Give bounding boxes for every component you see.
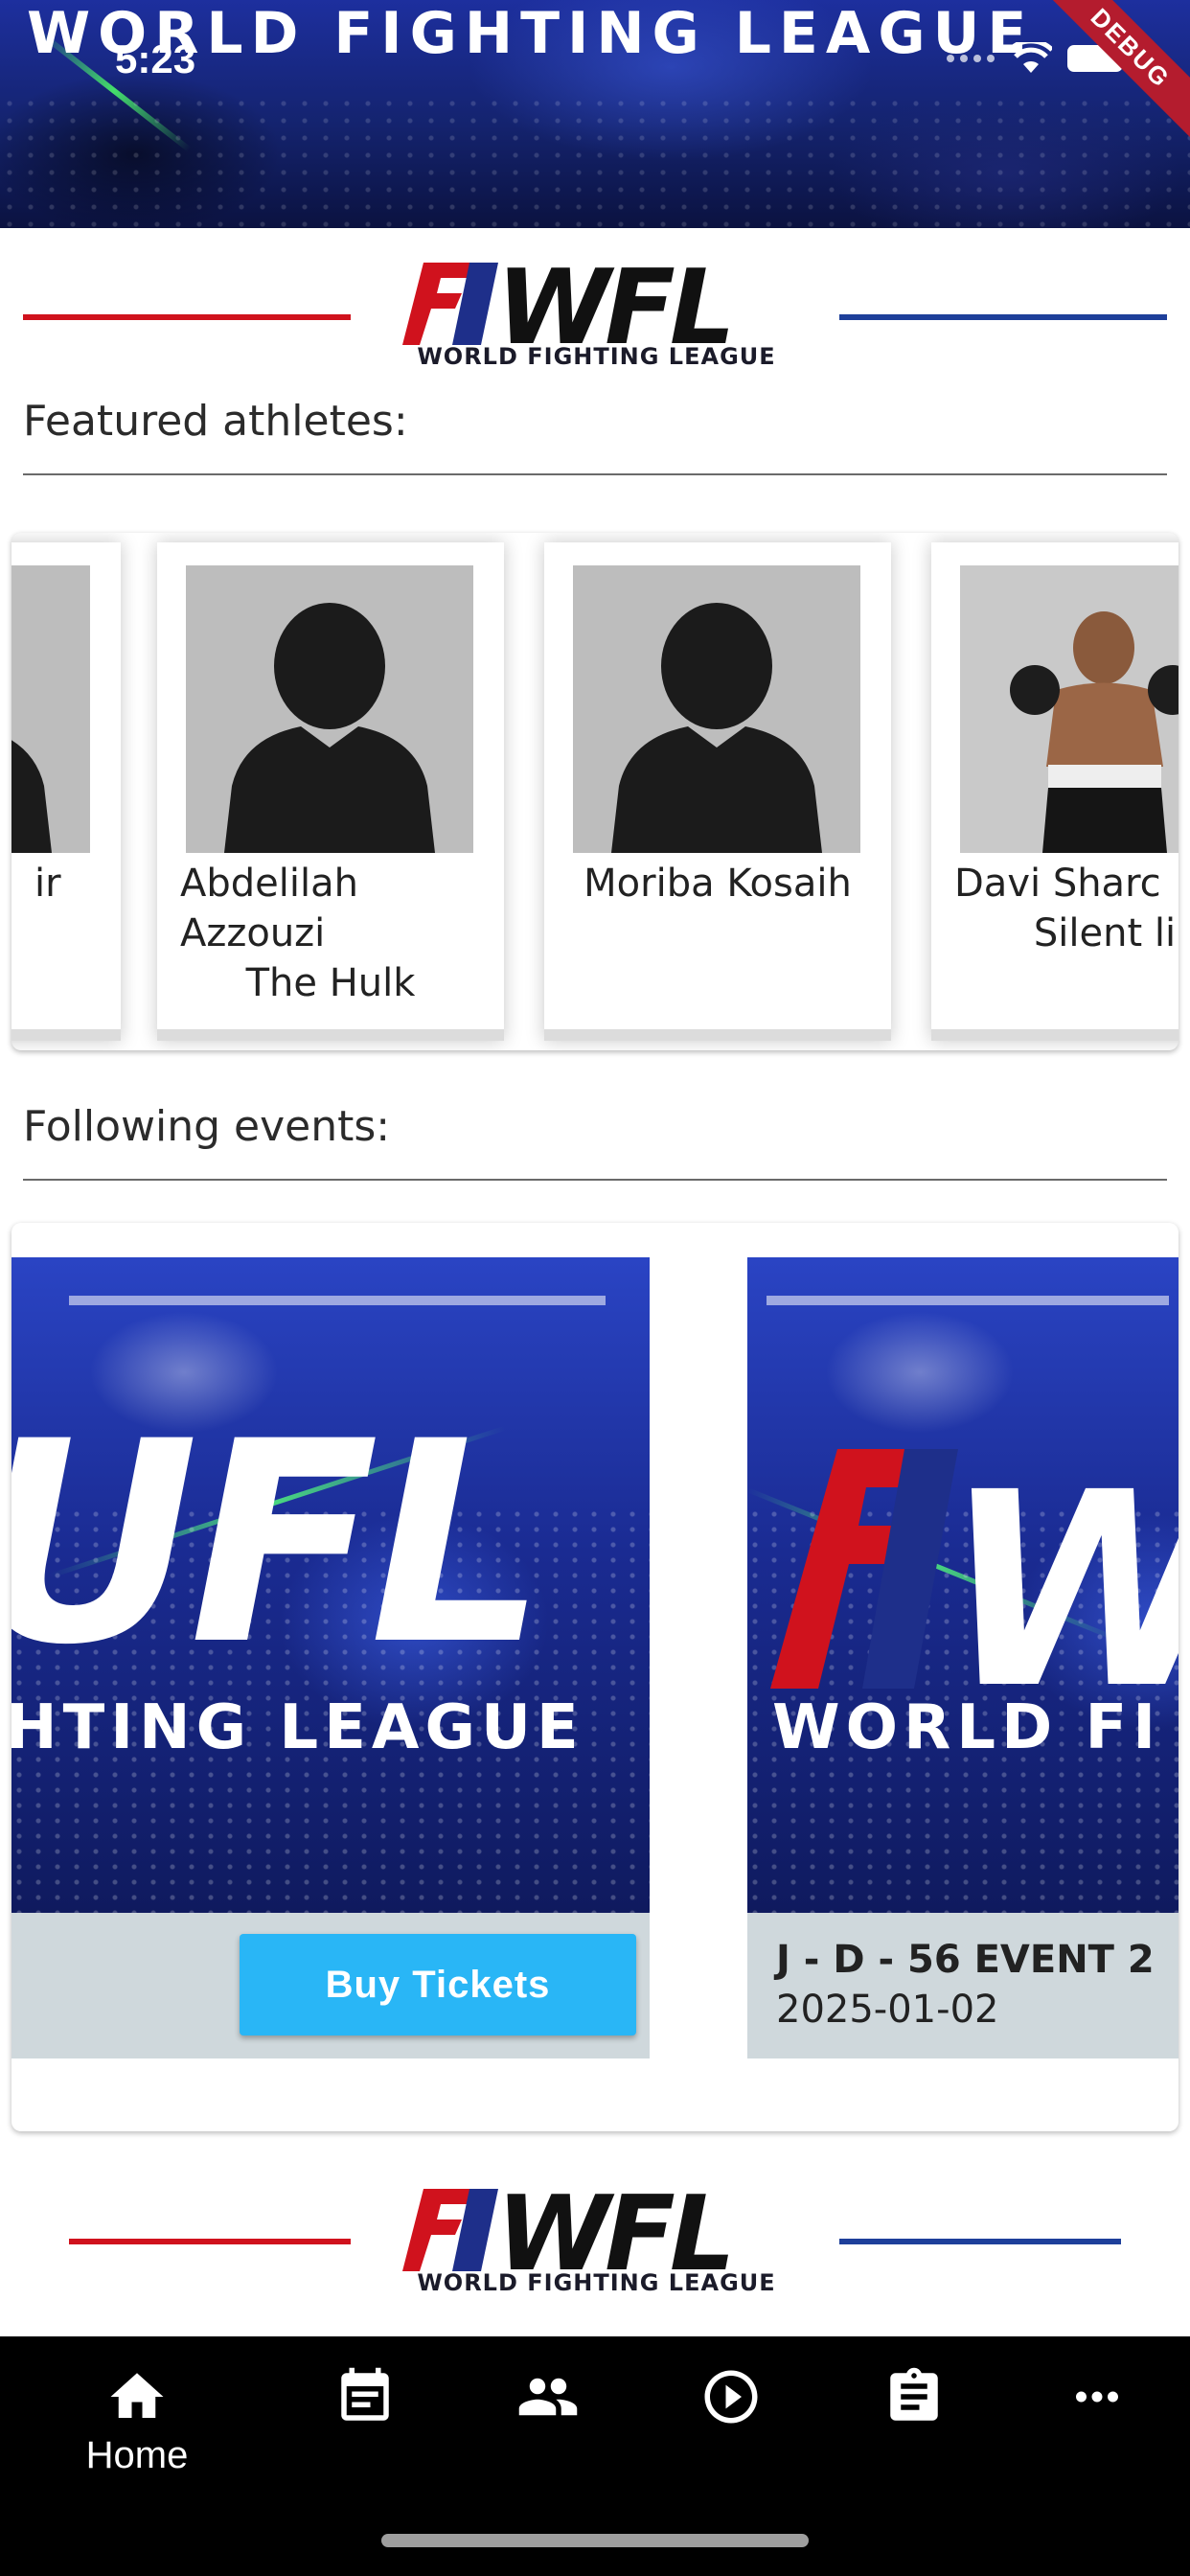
athlete-card[interactable]: Moriba Kosaih: [544, 542, 891, 1041]
athlete-photo-placeholder: [11, 565, 90, 853]
silhouette-icon: [11, 565, 90, 853]
status-time: 5:23: [115, 36, 196, 81]
play-circle-icon: [704, 2370, 758, 2424]
status-icons: [947, 42, 1123, 75]
athlete-card[interactable]: Abdelilah Azzouzi The Hulk: [157, 542, 504, 1041]
nav-item-more[interactable]: [1025, 2365, 1169, 2480]
logo-letters: WFL: [496, 255, 730, 351]
wfl-logo: WFL WORLD FIGHTING LEAGUE: [402, 2181, 790, 2306]
wfl-logo: WFL WORLD FIGHTING LEAGUE: [402, 255, 790, 380]
calendar-icon: [341, 2367, 389, 2421]
logo-row-bottom: WFL WORLD FIGHTING LEAGUE: [0, 2181, 1190, 2306]
crowd-texture: [0, 94, 1190, 228]
nav-item-athletes[interactable]: [476, 2365, 620, 2480]
clipboard-icon: [890, 2367, 938, 2421]
red-divider: [23, 314, 351, 320]
wfl-logo-mark: WFL: [402, 255, 736, 351]
event-footer: J - D - 56 EVENT 2 2025-01-02: [747, 1913, 1179, 2058]
poster-logo-text: UFL: [11, 1383, 546, 1706]
event-date: 2025-01-02: [776, 1988, 999, 2032]
event-card[interactable]: WFL WORLD FI J - D - 56 EVENT 2 2025-01-…: [747, 1257, 1179, 2058]
red-divider: [69, 2239, 351, 2244]
poster-tagline: WORLD FI: [772, 1692, 1161, 1763]
event-name: J - D - 56 EVENT 2: [776, 1938, 1155, 1982]
events-divider: [23, 1179, 1167, 1181]
wfl-logo-mark: WFL: [402, 2181, 736, 2277]
event-footer: Buy Tickets: [11, 1913, 650, 2058]
featured-heading: Featured athletes:: [23, 397, 408, 446]
poster-tagline: HTING LEAGUE: [11, 1692, 584, 1763]
buy-tickets-button[interactable]: Buy Tickets: [240, 1934, 636, 2036]
athlete-photo-placeholder: [186, 565, 473, 853]
home-icon: [110, 2373, 164, 2418]
events-carousel[interactable]: UFL HTING LEAGUE Buy Tickets WFL WORLD F…: [11, 1223, 1179, 2131]
hero-banner: WORLD FIGHTING LEAGUE 5:23 DEBUG: [0, 0, 1190, 228]
athlete-name: Davi Sharc Silent li: [931, 859, 1179, 958]
nav-item-rankings[interactable]: [842, 2365, 986, 2480]
athlete-nickname: The Hulk: [245, 961, 416, 1005]
nav-item-videos[interactable]: [659, 2365, 803, 2480]
poster-wfl-mark: WFL: [770, 1449, 1179, 1689]
athlete-photo: [960, 565, 1179, 853]
athlete-nickname: Silent li: [1033, 911, 1177, 955]
svg-text:WFL: WFL: [943, 1449, 1179, 1689]
logo-subtitle: WORLD FIGHTING LEAGUE: [417, 343, 776, 370]
athlete-name: Moriba Kosaih: [584, 862, 852, 906]
people-icon: [518, 2378, 578, 2416]
logo-letters: WFL: [496, 2181, 730, 2277]
nav-label: Home: [85, 2434, 189, 2476]
athlete-name: ir: [34, 862, 61, 906]
wifi-icon: [1010, 42, 1052, 73]
athlete-card[interactable]: Davi Sharc Silent li: [931, 542, 1179, 1041]
logo-row-top: WFL WORLD FIGHTING LEAGUE: [0, 255, 1190, 380]
nav-item-home[interactable]: Home: [65, 2365, 209, 2480]
more-horiz-icon: [1076, 2391, 1118, 2403]
event-card[interactable]: UFL HTING LEAGUE Buy Tickets: [11, 1257, 650, 2058]
silhouette-icon: [186, 565, 473, 853]
blue-divider: [839, 314, 1167, 320]
athletes-carousel[interactable]: ir Abdelilah Azzouzi The Hulk Moriba Kos…: [11, 533, 1179, 1050]
fighter-photo: [960, 565, 1179, 853]
blue-divider: [839, 2239, 1121, 2244]
events-heading: Following events:: [23, 1102, 391, 1151]
logo-subtitle: WORLD FIGHTING LEAGUE: [417, 2269, 776, 2296]
event-poster: UFL HTING LEAGUE: [11, 1257, 650, 1913]
featured-divider: [23, 473, 1167, 475]
cellular-signal-icon: [947, 55, 995, 62]
event-poster: WFL WORLD FI: [747, 1257, 1179, 1913]
athlete-photo-placeholder: [573, 565, 860, 853]
nav-item-events[interactable]: [293, 2365, 437, 2480]
silhouette-icon: [573, 565, 860, 853]
home-indicator[interactable]: [381, 2534, 809, 2547]
athlete-card[interactable]: ir: [11, 542, 121, 1041]
athlete-name: Abdelilah Azzouzi The Hulk: [157, 859, 504, 1008]
